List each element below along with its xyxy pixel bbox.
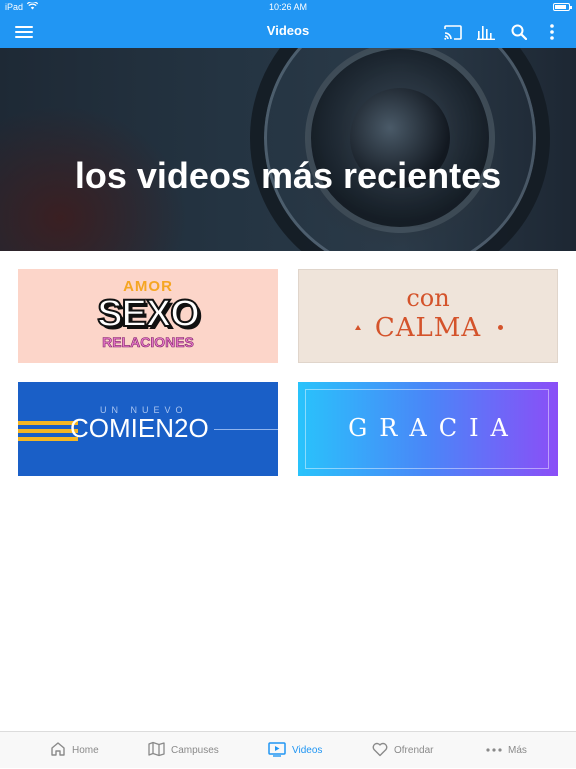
tab-ofrendar-label: Ofrendar — [394, 745, 434, 756]
map-icon — [148, 741, 165, 760]
tab-mas[interactable]: Más — [486, 732, 527, 769]
tab-campuses[interactable]: Campuses — [148, 732, 219, 769]
home-icon — [50, 741, 66, 760]
series-card-amor[interactable]: AMOR SEXO RELACIONES — [18, 269, 278, 363]
triangle-decoration — [355, 325, 361, 330]
tab-videos[interactable]: Videos — [268, 732, 322, 769]
heart-icon — [372, 742, 388, 760]
bottom-tab-bar: Home Campuses Videos Ofrendar Más — [0, 731, 576, 768]
series-card-calma[interactable]: con CALMA — [298, 269, 558, 363]
more-dots-icon — [486, 745, 502, 756]
more-vertical-icon[interactable] — [540, 20, 564, 44]
dot-decoration — [498, 325, 503, 330]
cast-icon[interactable] — [441, 20, 465, 44]
series-card-comienzo[interactable]: UN NUEVO COMIEN2O — [18, 382, 278, 476]
battery-icon — [553, 3, 572, 11]
series-card-amor-line2: SEXO — [96, 292, 201, 336]
video-icon — [268, 741, 286, 760]
tab-ofrendar[interactable]: Ofrendar — [372, 732, 433, 769]
status-bar: iPad 10:26 AM — [0, 0, 576, 15]
hero-heading: los videos más recientes — [74, 155, 502, 196]
tab-videos-label: Videos — [292, 745, 323, 756]
audio-levels-icon[interactable] — [474, 20, 498, 44]
series-card-amor-line3: RELACIONES — [102, 334, 194, 351]
series-card-comienzo-line2: COMIEN2O — [70, 413, 209, 443]
tab-home[interactable]: Home — [50, 732, 99, 769]
status-time: 10:26 AM — [268, 2, 308, 12]
hero-banner: los videos más recientes — [0, 48, 576, 251]
series-card-gracia[interactable]: GRACIA — [298, 382, 558, 476]
series-card-calma-line1: con — [406, 284, 450, 312]
tab-campuses-label: Campuses — [171, 745, 219, 756]
tab-mas-label: Más — [508, 745, 527, 756]
battery-level — [555, 5, 566, 9]
app-bar: Videos — [0, 15, 576, 48]
tab-home-label: Home — [72, 745, 99, 756]
search-icon[interactable] — [507, 20, 531, 44]
series-card-gracia-line1: GRACIA — [348, 414, 520, 442]
series-card-calma-line2: CALMA — [374, 313, 482, 343]
